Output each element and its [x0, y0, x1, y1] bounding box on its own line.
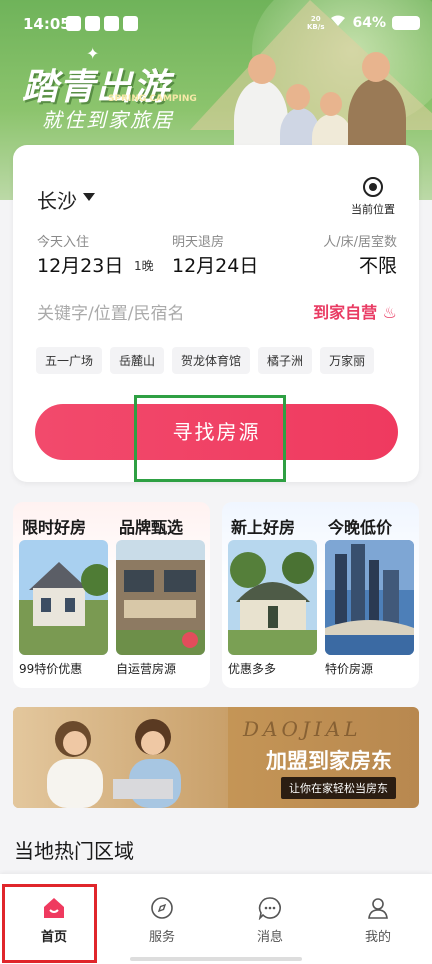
keyword-chip[interactable]: 万家丽	[320, 347, 375, 374]
guests-label: 人/床/居室数	[323, 235, 397, 250]
hero-slogan-sub: 就住到家旅居	[42, 108, 174, 132]
section-title-hot-areas: 当地热门区域	[14, 839, 134, 863]
chat-icon	[258, 896, 282, 921]
hero-slogan-en: SPRING CAMPING	[108, 94, 197, 104]
checkin-date[interactable]: 12月23日	[37, 251, 123, 278]
locate-icon	[363, 177, 383, 197]
wifi-icon	[330, 15, 346, 31]
app-notification-icon	[66, 16, 81, 31]
self-operated-link[interactable]: 到家自营 ♨	[313, 299, 397, 323]
feature-image-cottage[interactable]	[228, 540, 317, 655]
keyword-chip[interactable]: 岳麓山	[110, 347, 165, 374]
app-notification-icon	[85, 16, 100, 31]
home-indicator	[130, 957, 302, 961]
guests-value[interactable]: 不限	[359, 251, 397, 278]
feature-image-city[interactable]	[325, 540, 414, 655]
nights-count: 1晚	[134, 259, 154, 273]
status-right: 20 KB/s 64%	[307, 15, 420, 31]
feature-card-left: 限时好房 品牌甄选 99特价优惠 自运营房源	[13, 502, 210, 688]
status-time: 14:05	[23, 15, 71, 33]
keyword-chip[interactable]: 橘子洲	[258, 347, 313, 374]
app-notification-icon	[104, 16, 119, 31]
banner-title: 加盟到家房东	[266, 749, 392, 773]
status-bar: 14:05 20 KB/s 64%	[0, 0, 432, 48]
keyword-chip[interactable]: 贺龙体育馆	[172, 347, 251, 374]
checkin-label: 今天入住	[37, 235, 90, 250]
battery-text: 64%	[352, 15, 386, 31]
family-illustration	[230, 40, 410, 160]
compass-icon	[150, 896, 174, 920]
feature-subtitle: 优惠多多	[228, 662, 277, 676]
caret-down-icon[interactable]	[83, 193, 95, 201]
network-speed: 20 KB/s	[307, 15, 325, 31]
feature-subtitle: 特价房源	[325, 662, 374, 676]
city-selector[interactable]: 长沙	[37, 185, 77, 214]
highlight-box-red	[2, 884, 97, 963]
battery-icon	[392, 16, 420, 30]
feature-title[interactable]: 限时好房	[22, 514, 86, 538]
hot-keywords: 五一广场 岳麓山 贺龙体育馆 橘子洲 万家丽	[36, 347, 375, 374]
banner-people-image	[13, 707, 228, 808]
feature-title[interactable]: 品牌甄选	[119, 514, 183, 538]
person-icon	[366, 896, 390, 920]
feature-subtitle: 自运营房源	[116, 662, 177, 676]
tab-messages[interactable]: 消息	[240, 896, 300, 945]
banner-brand-script: DAOJIAL	[243, 717, 362, 741]
feature-card-right: 新上好房 今晚低价 优惠多多 特价房源	[222, 502, 419, 688]
current-location-button[interactable]: 当前位置	[347, 177, 399, 217]
banner-subtitle: 让你在家轻松当房东	[281, 777, 396, 799]
feature-image-house[interactable]	[19, 540, 108, 655]
checkout-date[interactable]: 12月24日	[172, 251, 258, 278]
app-notification-icon	[123, 16, 138, 31]
checkout-label: 明天退房	[172, 235, 225, 250]
tab-profile[interactable]: 我的	[348, 896, 408, 945]
flame-icon: ♨	[377, 303, 397, 322]
feature-subtitle: 99特价优惠	[19, 662, 83, 676]
feature-image-villa[interactable]	[116, 540, 205, 655]
feature-title[interactable]: 今晚低价	[328, 514, 392, 538]
feature-title[interactable]: 新上好房	[231, 514, 295, 538]
host-join-banner[interactable]: DAOJIAL 加盟到家房东 让你在家轻松当房东	[13, 707, 419, 808]
highlight-box-green	[134, 395, 286, 482]
current-location-label: 当前位置	[351, 203, 395, 216]
keyword-search-input[interactable]: 关键字/位置/民宿名	[37, 299, 184, 324]
tab-services[interactable]: 服务	[132, 896, 192, 945]
notification-icons	[66, 16, 138, 31]
keyword-chip[interactable]: 五一广场	[36, 347, 103, 374]
